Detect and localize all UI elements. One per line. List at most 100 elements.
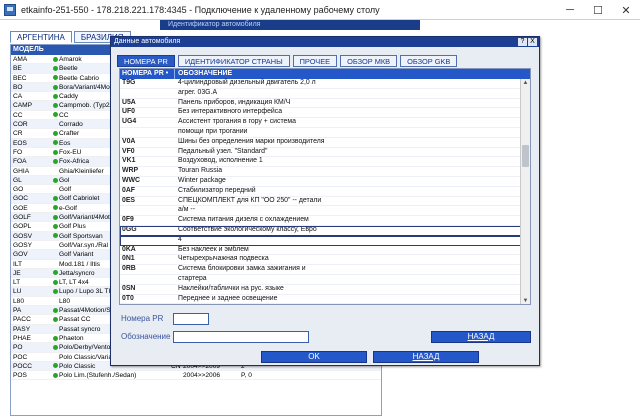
table-row[interactable]: 0KA Без наклеек и эмблем <box>120 246 522 256</box>
table-row[interactable]: UG4 Ассистент трогания в гору + система <box>120 118 522 128</box>
minimize-button[interactable]: ─ <box>556 0 584 20</box>
model-code: JE <box>13 269 21 277</box>
model-code: BE <box>13 65 22 73</box>
tab-pr-numbers[interactable]: НОМЕРА PR <box>117 55 175 67</box>
tab-gkb-overview[interactable]: ОБЗОР GKB <box>400 55 458 67</box>
pr-code-cell: 0F9 <box>122 216 134 224</box>
model-code: POC <box>13 353 28 361</box>
model-code: PO <box>13 344 23 352</box>
table-row[interactable]: 0T0 Переднее и заднее освещение <box>120 294 522 304</box>
pr-description-cell: Без интерактивного интерфейса <box>178 108 283 116</box>
model-status-icon <box>51 278 59 286</box>
green-dot-icon <box>52 196 58 202</box>
table-row[interactable]: а/м -- <box>120 206 522 217</box>
table-row[interactable]: стартера <box>120 275 522 285</box>
pr-code-cell: U5A <box>122 98 136 106</box>
remote-desktop-icon <box>4 3 16 16</box>
table-row[interactable]: агрег. 03G.A <box>120 89 522 99</box>
pr-code-cell <box>120 128 177 137</box>
model-row[interactable]: POS Polo Lim.(Stufenh./Sedan) 2004>>2006 P,… <box>11 371 381 381</box>
green-dot-icon <box>52 363 58 369</box>
pr-code-cell: UG4 <box>122 118 137 126</box>
pr-description-cell: а/м -- <box>178 206 195 214</box>
pr-code-cell <box>120 89 177 98</box>
tab-argentina[interactable]: АРГЕНТИНА <box>10 31 72 43</box>
table-row[interactable]: V0A Шины без определения марки производит… <box>120 138 522 148</box>
model-code: BEC <box>13 74 27 82</box>
table-row[interactable]: 0SN Наклейки/таблички на рус. языке <box>120 285 522 295</box>
table-row[interactable]: 0ES СПЕЦКОМПЛЕКТ для КП "ОО 250" -- детал… <box>120 197 522 207</box>
tab-mkv-overview[interactable]: ОБЗОР МКВ <box>340 55 398 67</box>
ok-button[interactable]: OK <box>261 351 367 363</box>
model-code: GOV <box>13 251 28 259</box>
dialog-close-button[interactable]: X <box>528 38 537 46</box>
pr-code-cell: 0ES <box>122 196 136 204</box>
pr-description-cell: 4-цилиндровый дизельный двигатель 2,0 л <box>178 79 316 86</box>
model-status-icon <box>51 250 59 258</box>
table-row[interactable]: T9G 4-цилиндровый дизельный двигатель 2,0… <box>120 79 522 89</box>
model-code: GOC <box>13 195 29 203</box>
model-status-icon <box>51 167 59 175</box>
green-dot-icon <box>52 140 58 146</box>
pr-description-cell: Шины без определения марки производителя <box>178 137 325 145</box>
green-dot-icon <box>52 233 58 239</box>
back-button[interactable]: НАЗАД <box>373 351 479 363</box>
table-row[interactable]: помощи при трогании <box>120 128 522 138</box>
tab-country-identifier[interactable]: ИДЕНТИФИКАТОР СТРАНЫ <box>177 55 290 67</box>
table-row[interactable]: 0RB Система блокировки замка зажигания и <box>120 265 522 275</box>
pr-code-cell <box>120 206 177 215</box>
model-status-icon <box>51 148 59 156</box>
close-button[interactable]: ✕ <box>612 0 640 20</box>
help-button[interactable]: ? <box>518 38 527 46</box>
scroll-up-arrow-icon[interactable]: ▲ <box>521 79 530 87</box>
model-code: LU <box>13 288 22 296</box>
table-row[interactable]: 0F9 Система питания дизеля с охлаждением <box>120 216 522 226</box>
model-code: GO <box>13 186 24 194</box>
remote-desktop-title: etkainfo-251-550 - 178.218.221.178:4345 … <box>21 4 380 15</box>
pr-code-cell: 0T0 <box>122 294 134 302</box>
model-status-icon <box>51 343 59 351</box>
table-row[interactable]: VK1 Воздуховод, исполнение 1 <box>120 157 522 168</box>
table-row[interactable]: UF0 Без интерактивного интерфейса <box>120 108 522 119</box>
pr-code-cell: 0RB <box>122 265 136 273</box>
table-row[interactable]: 0AF Стабилизатор передний <box>120 187 522 197</box>
model-code: FO <box>13 148 23 156</box>
pr-number-input[interactable] <box>173 313 209 325</box>
table-row[interactable]: U5A Панель приборов, индикация КМ/Ч <box>120 99 522 109</box>
pr-code-cell: WRP <box>122 167 139 175</box>
pr-number-label: Номера PR <box>121 314 164 323</box>
table-row[interactable]: WRP Touran Russia <box>120 167 522 177</box>
table-row[interactable]: WWC Winter package <box>120 177 522 187</box>
model-status-icon <box>51 74 59 82</box>
table-row[interactable]: 0GG Соответствие экологическому классу, Е… <box>120 225 522 236</box>
tab-other[interactable]: ПРОЧЕЕ <box>292 55 338 67</box>
inline-back-button[interactable]: НАЗАД <box>431 331 531 343</box>
pr-code-cell: 0SN <box>122 284 136 292</box>
table-scrollbar[interactable]: ▲ ▼ <box>520 79 530 304</box>
model-status-icon <box>51 241 59 249</box>
model-status-icon <box>51 371 59 379</box>
maximize-button[interactable]: ☐ <box>584 0 612 20</box>
column-header-pr-numbers[interactable]: НОМЕРА PR • <box>120 69 175 79</box>
table-row[interactable]: 0N1 Четырехрычажная подвеска <box>120 255 522 266</box>
table-row[interactable]: VF0 Педальный узел. "Standard" <box>120 148 522 158</box>
description-input[interactable] <box>173 331 309 343</box>
pr-description-cell: Наклейки/таблички на рус. языке <box>178 284 284 292</box>
pr-description-cell: Панель приборов, индикация КМ/Ч <box>178 98 291 106</box>
model-status-icon <box>51 120 59 128</box>
pr-code-cell: VK1 <box>122 157 136 165</box>
pr-description-cell: Система питания дизеля с охлаждением <box>178 216 309 224</box>
pr-description-cell: Переднее и заднее освещение <box>178 294 278 302</box>
scrollbar-thumb[interactable] <box>522 145 529 167</box>
model-code: PA <box>13 307 22 315</box>
table-row[interactable]: 4 <box>120 235 522 246</box>
model-code: GOSY <box>13 241 33 249</box>
green-dot-icon <box>52 307 58 313</box>
model-status-icon <box>51 185 59 193</box>
model-status-icon <box>51 157 59 165</box>
pr-description-cell: стартера <box>178 274 207 282</box>
scroll-down-arrow-icon[interactable]: ▼ <box>521 297 530 304</box>
pr-description-cell: Winter package <box>178 176 226 184</box>
model-code: GHIA <box>13 167 30 175</box>
column-header-description[interactable]: ОБОЗНАЧЕНИЕ <box>175 69 530 79</box>
